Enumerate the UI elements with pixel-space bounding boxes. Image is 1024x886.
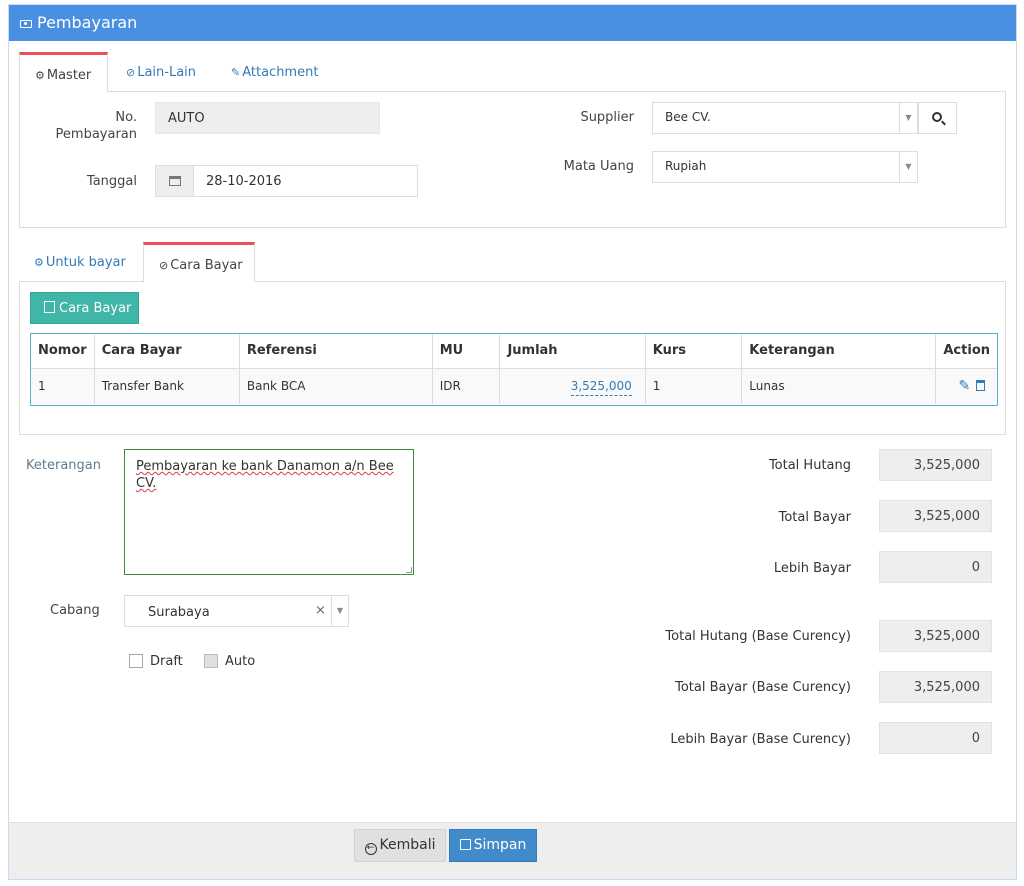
top-tabbar: ⚙ Master ⊘ Lain-Lain ✎ Attachment xyxy=(19,52,1006,93)
keterangan-label: Keterangan xyxy=(26,458,101,473)
total-hutang-base-field[interactable]: 3,525,000 xyxy=(879,620,992,652)
arrow-left-circle-icon: ← xyxy=(364,843,377,855)
jumlah-editable[interactable]: 3,525,000 xyxy=(570,379,632,397)
clear-icon[interactable]: × xyxy=(315,603,326,618)
mata-uang-label: Mata Uang xyxy=(563,159,634,174)
sub-tabbar: ⚙ Untuk bayar ⊘ Cara Bayar xyxy=(19,242,1006,283)
chevron-down-icon: ▼ xyxy=(899,152,917,182)
total-bayar-base-label: Total Bayar (Base Curency) xyxy=(675,680,851,695)
supplier-select[interactable]: Bee CV. ▼ xyxy=(652,102,918,134)
cell-jumlah: 3,525,000 xyxy=(499,367,646,404)
resize-handle[interactable] xyxy=(406,567,412,573)
keterangan-textarea[interactable]: Pembayaran ke bank Danamon a/n Bee CV. xyxy=(124,449,414,575)
tab-attachment[interactable]: ✎ Attachment xyxy=(231,52,331,93)
col-referensi[interactable]: Referensi xyxy=(238,334,433,369)
supplier-search-button[interactable] xyxy=(918,102,957,134)
total-hutang-label: Total Hutang xyxy=(768,458,851,473)
draft-checkbox[interactable] xyxy=(129,654,143,668)
lebih-bayar-label: Lebih Bayar xyxy=(773,561,851,576)
supplier-label: Supplier xyxy=(580,110,634,125)
copy-icon xyxy=(44,301,55,313)
lebih-bayar-base-field[interactable]: 0 xyxy=(879,722,992,754)
col-nomor[interactable]: Nomor xyxy=(31,334,95,369)
tab-master[interactable]: ⚙ Master xyxy=(19,52,108,93)
cell-nomor: 1 xyxy=(31,367,95,404)
tab-lain-lain[interactable]: ⊘ Lain-Lain xyxy=(126,52,216,93)
auto-checkbox[interactable] xyxy=(204,654,218,668)
col-kurs[interactable]: Kurs xyxy=(644,334,743,369)
panel-header: Pembayaran xyxy=(9,5,1016,41)
col-keterangan[interactable]: Keterangan xyxy=(741,334,937,369)
calendar-icon xyxy=(169,176,181,186)
cell-keterangan: Lunas xyxy=(741,367,937,404)
chevron-down-icon: ▼ xyxy=(331,596,348,626)
cara-bayar-table-wrap: Nomor Cara Bayar Referensi MU Jumlah Kur… xyxy=(30,333,998,406)
total-hutang-field[interactable]: 3,525,000 xyxy=(879,449,992,481)
auto-label: Auto xyxy=(225,654,256,669)
trash-icon[interactable] xyxy=(976,380,985,392)
save-icon xyxy=(459,839,471,850)
col-cara-bayar[interactable]: Cara Bayar xyxy=(93,334,240,369)
tab-untuk-bayar[interactable]: ⚙ Untuk bayar xyxy=(34,242,144,283)
no-pembayaran-field[interactable]: AUTO xyxy=(155,102,380,134)
gears-icon: ⚙ xyxy=(35,69,45,82)
paperclip-icon: ✎ xyxy=(231,66,241,79)
cell-action: ✎ xyxy=(935,367,997,404)
draft-label: Draft xyxy=(150,654,183,669)
cabang-select[interactable]: Surabaya × ▼ xyxy=(124,595,349,627)
total-bayar-label: Total Bayar xyxy=(778,510,851,525)
lebih-bayar-field[interactable]: 0 xyxy=(879,551,992,583)
col-mu[interactable]: MU xyxy=(431,334,501,369)
no-pembayaran-label: No. Pembayaran xyxy=(55,110,137,142)
total-bayar-field[interactable]: 3,525,000 xyxy=(879,500,992,532)
cell-referensi: Bank BCA xyxy=(238,367,433,404)
check-circle-icon: ⊘ xyxy=(159,259,169,272)
kembali-button[interactable]: ← Kembali xyxy=(354,829,446,862)
tanggal-label: Tanggal xyxy=(86,174,137,189)
col-action: Action xyxy=(935,334,997,369)
master-tab-content: No. Pembayaran AUTO Tanggal 28-10-2016 S… xyxy=(19,92,1006,228)
pembayaran-panel: Pembayaran ⚙ Master ⊘ Lain-Lain ✎ Attachmen… xyxy=(8,4,1017,880)
chevron-down-icon: ▼ xyxy=(899,103,917,133)
calendar-addon[interactable] xyxy=(156,166,194,196)
cabang-label: Cabang xyxy=(50,603,100,618)
money-icon xyxy=(20,20,32,28)
cell-cara-bayar: Transfer Bank xyxy=(93,367,240,404)
add-cara-bayar-button[interactable]: Cara Bayar xyxy=(30,292,139,324)
total-hutang-base-label: Total Hutang (Base Curency) xyxy=(665,629,851,644)
cara-bayar-tab-content: Cara Bayar Nomor Cara Bayar Referensi MU… xyxy=(19,282,1006,435)
mata-uang-select[interactable]: Rupiah ▼ xyxy=(652,151,918,183)
edit-icon[interactable]: ✎ xyxy=(958,378,970,394)
lebih-bayar-base-label: Lebih Bayar (Base Curency) xyxy=(670,732,851,747)
tanggal-field[interactable]: 28-10-2016 xyxy=(155,165,418,197)
cara-bayar-table: Nomor Cara Bayar Referensi MU Jumlah Kur… xyxy=(31,334,997,404)
simpan-button[interactable]: Simpan xyxy=(449,829,537,862)
total-bayar-base-field[interactable]: 3,525,000 xyxy=(879,671,992,703)
check-circle-icon: ⊘ xyxy=(126,66,136,79)
col-jumlah[interactable]: Jumlah xyxy=(499,334,646,369)
page-title: Pembayaran xyxy=(37,13,138,32)
form-footer: ← Kembali Simpan xyxy=(9,822,1016,879)
gears-icon: ⚙ xyxy=(34,256,44,269)
tab-cara-bayar[interactable]: ⊘ Cara Bayar xyxy=(143,242,255,283)
cell-mu: IDR xyxy=(431,367,501,404)
cell-kurs: 1 xyxy=(644,367,743,404)
table-row: 1 Transfer Bank Bank BCA IDR 3,525,000 1… xyxy=(31,367,997,404)
table-header-row: Nomor Cara Bayar Referensi MU Jumlah Kur… xyxy=(31,334,997,369)
